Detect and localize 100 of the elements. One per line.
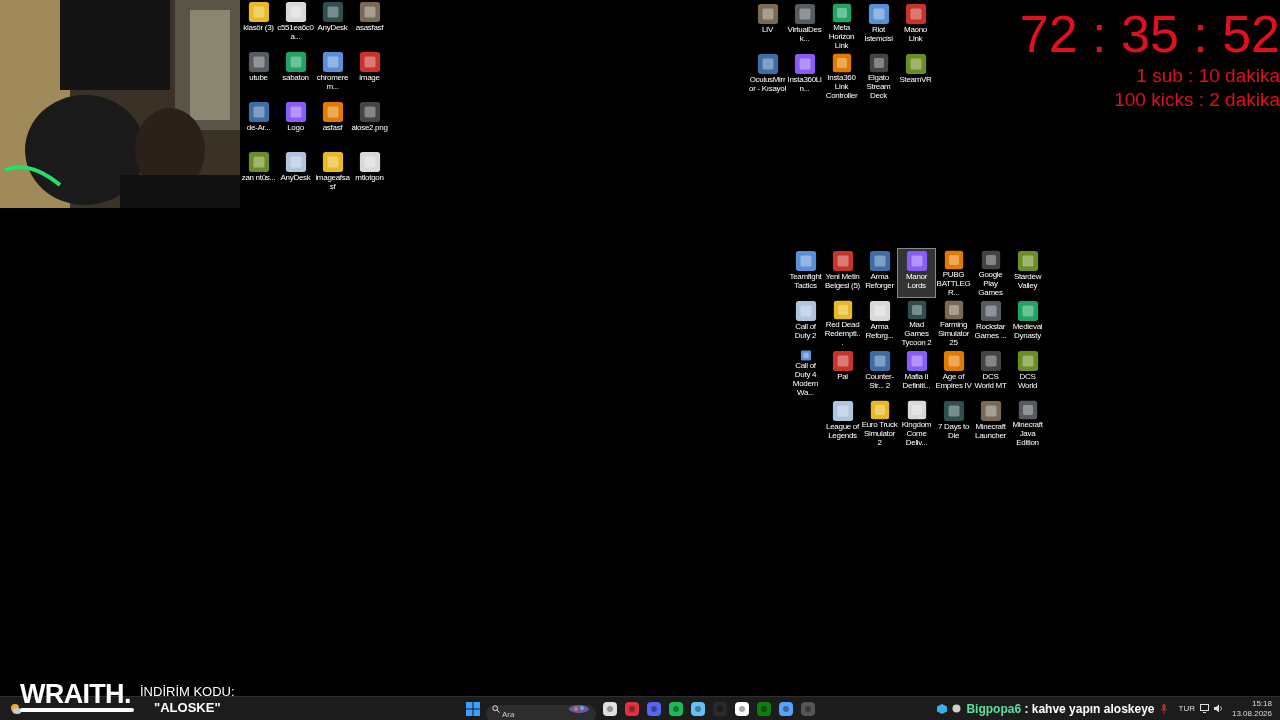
app-icon [1016,300,1039,322]
search-icon [492,704,500,713]
icon-label: Euro Truck Simulator 2 [861,420,898,447]
app-icon [942,400,965,422]
icon-label: Maono Link [903,25,928,43]
app-icon [247,101,270,123]
app-icon [247,151,270,173]
taskbar-app-icon[interactable] [778,700,794,717]
app-icon [793,3,816,25]
app-icon [831,250,854,272]
app-icon [284,151,307,173]
icon-label: Mad Games Tycoon 2 [900,320,933,347]
volume-icon[interactable] [1213,704,1223,713]
icon-label: Arma Reforg... [864,322,895,340]
icon-label: chromerem... [315,73,350,91]
icon-label: 7 Days to Die [936,422,971,440]
chat-message: Bigpopa6 : kahve yapın aloskeye [966,700,1155,718]
icon-label: PUBG BATTLEGR... [935,270,972,297]
icon-label: Call of Duty 4 Modern Wa... [791,361,820,397]
app-icon [868,400,891,420]
icon-label: mtlotgon [354,173,385,182]
icon-label: Rockstar Games ... [973,322,1008,340]
app-icon [321,51,344,73]
network-icon[interactable] [1199,704,1209,713]
taskbar-app-icon[interactable] [668,700,684,717]
icon-label: Call of Duty 2 [793,322,818,340]
icon-label: Red Dead Redempti... [824,320,861,347]
app-icon [904,3,927,25]
app-icon [284,1,307,23]
app-icon [1016,400,1039,420]
sponsor-brand: WRAITH. [20,680,132,708]
app-icon [905,400,928,420]
start-icon[interactable] [466,701,480,716]
icon-label: utube [248,73,269,82]
app-icon [756,53,779,75]
clock-date[interactable]: 13.08.2026 [1231,708,1272,719]
discount-label: İNDİRİM KODU: [140,684,235,699]
icon-label: image [358,73,381,82]
app-icon [830,53,853,73]
app-icon [793,53,816,75]
weather-icon[interactable] [10,702,22,715]
icon-label: asasfasf [354,23,385,32]
app-icon [979,350,1002,372]
app-icon [321,1,344,23]
icon-label: de-Ar... [245,123,272,132]
icon-label: Age of Empires IV [935,372,972,390]
icon-label: LIV [760,25,775,34]
desktop-icon[interactable]: Manor Lords [898,249,935,297]
app-icon [979,400,1002,422]
icon-label: Arma Reforger [864,272,895,290]
icon-label: Yeni Metin Belgesi (5) [824,272,861,290]
app-icon [830,3,853,23]
icon-label: Meta Horizon Link [827,23,856,50]
cube-icon [937,703,948,714]
app-icon [867,53,890,73]
app-icon [904,53,927,75]
icon-label: OculusMirror - Kısayol [749,75,786,93]
icon-label: sabaton [281,73,310,82]
discount-code: "ALOSKE" [154,699,221,716]
app-icon [1016,250,1039,272]
clock-time[interactable]: 15:18 [1251,698,1272,709]
icon-label: Insta360Lin... [786,75,823,93]
app-icon [358,1,381,23]
app-icon [905,350,928,372]
icon-label: Insta360 Link Controller [824,73,859,100]
icon-label: c551ea6c0a... [277,23,314,41]
icon-label: Pal [836,372,849,381]
language-indicator[interactable]: TUR [1178,702,1195,715]
app-icon [1016,350,1039,372]
icon-label: AnyDesk [279,173,312,182]
icon-label: DCS World MT [973,372,1008,390]
icon-label: Kingdom Come Deliv... [900,420,933,447]
app-icon [756,3,779,25]
icon-label: zan ntüs... [240,173,277,182]
app-icon [321,101,344,123]
icon-label: VirtualDesk... [786,25,823,43]
app-icon [247,51,270,73]
icon-label: asfasf [321,123,344,132]
app-icon [831,300,854,320]
app-icon [979,250,1002,270]
app-icon [284,101,307,123]
app-icon [979,300,1002,322]
app-icon [942,300,965,320]
app-icon [321,151,344,173]
icon-label: Farming Simulator 25 [936,320,971,347]
countdown-timer: 72 : 35 : 52 [1019,4,1280,64]
icon-label: Minecraft Launcher [974,422,1007,440]
app-icon [905,300,928,320]
taskbar-app-icon[interactable] [734,700,750,717]
microphone-icon[interactable] [1159,703,1168,714]
search-field[interactable]: Ara [486,705,596,720]
icon-label: klasör (3) [242,23,275,32]
app-icon [358,51,381,73]
app-icon [358,151,381,173]
search-highlight-icon [568,703,590,714]
taskbar-app-icon[interactable] [602,700,618,717]
icon-label: alose2.png [351,123,388,132]
app-icon [942,250,965,270]
taskbar-app-icon[interactable] [690,700,706,717]
icon-label: League of Legends [825,422,860,440]
